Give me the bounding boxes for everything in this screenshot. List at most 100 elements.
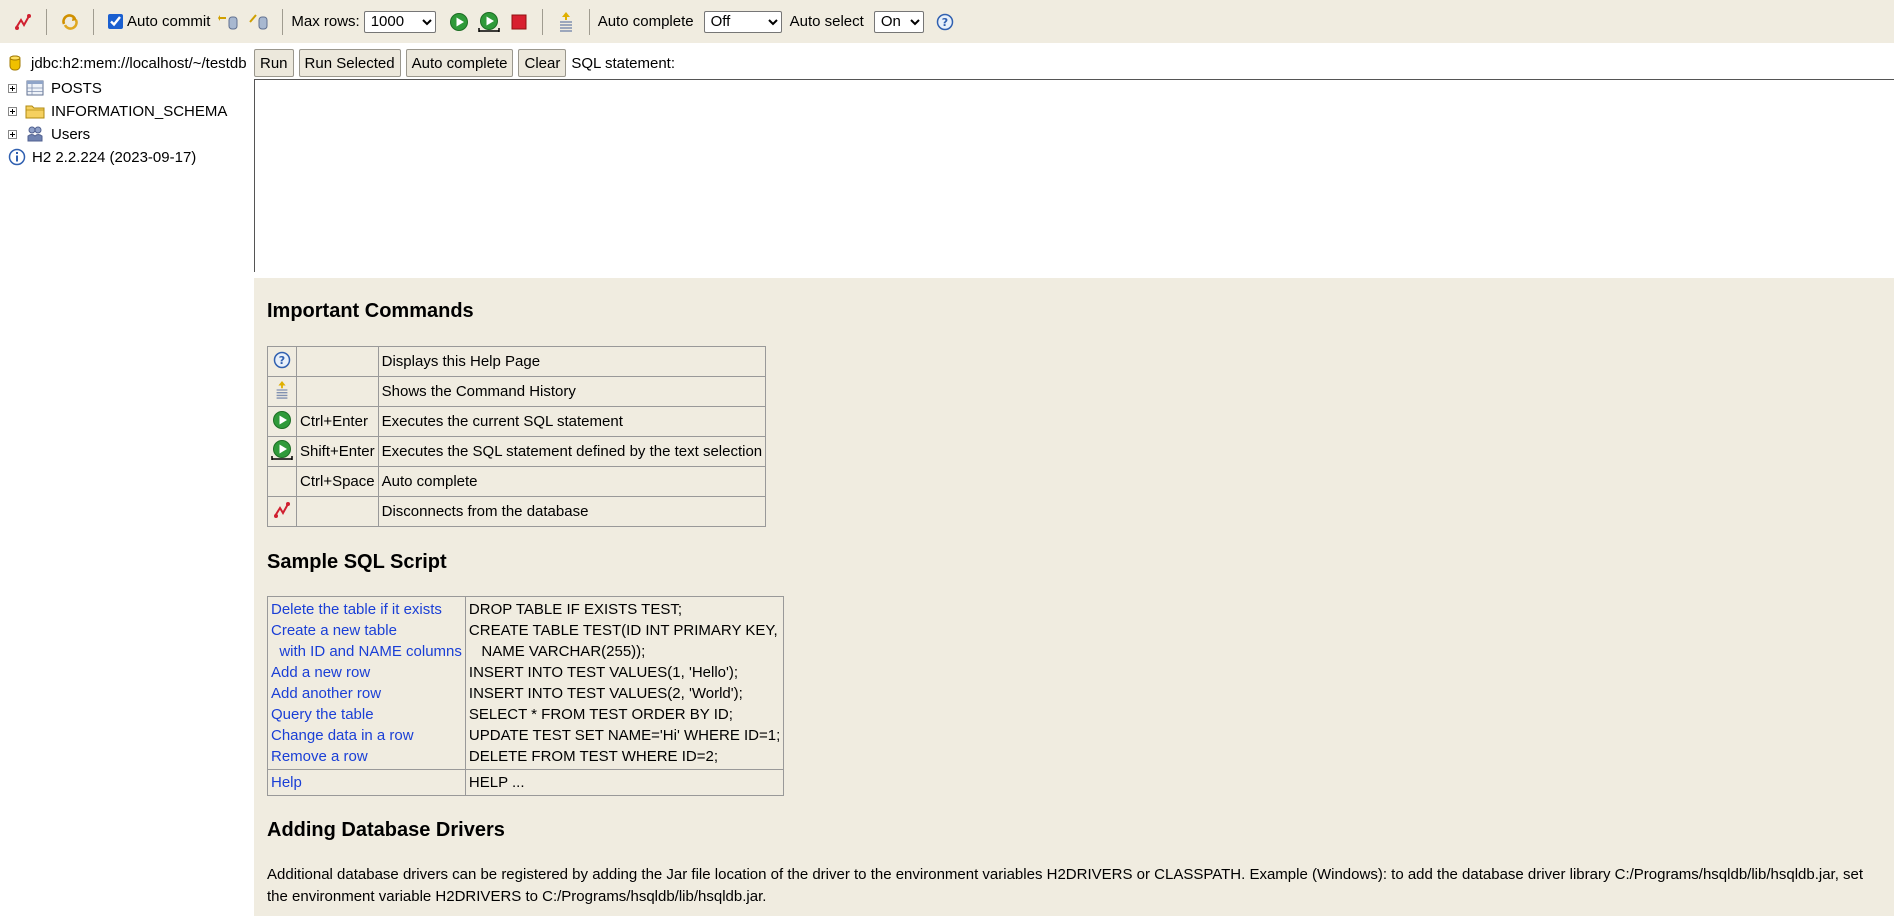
cmd-desc: Shows the Command History — [377, 376, 767, 407]
refresh-icon[interactable] — [59, 11, 81, 33]
sample-code-line: DROP TABLE IF EXISTS TEST; — [468, 601, 683, 618]
stop-icon[interactable] — [508, 11, 530, 33]
expand-icon[interactable] — [8, 106, 17, 116]
expand-icon[interactable] — [8, 83, 17, 93]
sql-input[interactable] — [254, 79, 1894, 272]
tree-connection[interactable]: jdbc:h2:mem://localhost/~/testdb — [8, 53, 247, 73]
cmd-key — [296, 496, 379, 527]
sample-links-cell: Delete the table if it exists Create a n… — [267, 596, 466, 770]
users-icon — [25, 125, 45, 143]
cmd-desc: Displays this Help Page — [377, 346, 767, 377]
table-row: Disconnects from the database — [267, 496, 767, 527]
sample-sql-table: Delete the table if it exists Create a n… — [267, 596, 785, 796]
svg-text:?: ? — [942, 16, 948, 29]
clear-button[interactable]: Clear — [518, 49, 567, 77]
sample-code-line: INSERT INTO TEST VALUES(1, 'Hello'); — [468, 664, 739, 681]
cmd-desc: Executes the current SQL statement — [377, 406, 767, 437]
tree-item-label: POSTS — [51, 79, 102, 97]
connection-url: jdbc:h2:mem://localhost/~/testdb — [31, 54, 247, 72]
run-icon[interactable] — [448, 11, 470, 33]
cmd-icon-cell — [267, 466, 297, 497]
table-row: Ctrl+Enter Executes the current SQL stat… — [267, 406, 767, 437]
tree-item-posts[interactable]: POSTS — [8, 78, 102, 98]
history-icon — [273, 380, 291, 405]
rollback-icon[interactable] — [218, 11, 240, 33]
expand-icon[interactable] — [8, 129, 17, 139]
run-selected-icon[interactable] — [477, 11, 500, 33]
cmd-icon-cell — [267, 496, 297, 527]
toolbar-separator — [93, 8, 94, 35]
cmd-icon-cell — [267, 406, 297, 437]
sample-link-create[interactable]: Create a new table — [271, 620, 462, 641]
table-row: Ctrl+Space Auto complete — [267, 466, 767, 497]
tree-item-information-schema[interactable]: INFORMATION_SCHEMA — [8, 101, 227, 121]
cmd-key: Ctrl+Space — [296, 466, 379, 497]
sample-link-help[interactable]: Help — [271, 772, 462, 793]
sample-link-query[interactable]: Query the table — [271, 704, 462, 725]
tree-item-users[interactable]: Users — [8, 124, 90, 144]
table-row: Delete the table if it exists Create a n… — [267, 596, 785, 770]
sample-link-delete[interactable]: Delete the table if it exists — [271, 599, 462, 620]
auto-commit-checkbox[interactable] — [108, 14, 123, 29]
run-selected-button[interactable]: Run Selected — [298, 49, 401, 77]
help-icon[interactable]: ? — [934, 11, 956, 33]
toolbar: Auto commit Max rows: 1000 Auto complete… — [0, 0, 1894, 43]
tree-item-label: Users — [51, 125, 91, 143]
sample-link-create-columns[interactable]: with ID and NAME columns — [271, 641, 462, 662]
disconnect-icon[interactable] — [12, 11, 34, 33]
cmd-icon-cell — [267, 376, 297, 407]
tree-item-label: INFORMATION_SCHEMA — [51, 102, 228, 120]
important-commands-title: Important Commands — [267, 300, 474, 322]
folder-icon — [25, 102, 45, 120]
max-rows-label: Max rows: — [291, 13, 360, 30]
sql-toolbar: Run Run Selected Auto complete Clear SQL… — [254, 47, 675, 79]
history-icon[interactable] — [555, 11, 577, 33]
commit-icon[interactable] — [248, 11, 270, 33]
database-icon — [8, 54, 22, 72]
sample-code-line: UPDATE TEST SET NAME='Hi' WHERE ID=1; — [468, 727, 781, 744]
toolbar-separator — [588, 8, 590, 35]
toolbar-separator — [541, 8, 543, 35]
cmd-key: Shift+Enter — [296, 436, 379, 467]
info-icon — [8, 148, 26, 166]
help-icon: ? — [273, 351, 291, 373]
max-rows-select[interactable]: 1000 — [363, 10, 436, 33]
sample-link-change[interactable]: Change data in a row — [271, 725, 462, 746]
help-code-cell: HELP ... — [464, 769, 785, 796]
tree-version: H2 2.2.224 (2023-09-17) — [8, 147, 196, 167]
table-row: Help HELP ... — [267, 769, 785, 796]
cmd-icon-cell: ? — [267, 346, 297, 377]
sample-link-remove[interactable]: Remove a row — [271, 746, 462, 767]
sample-code-line: SELECT * FROM TEST ORDER BY ID; — [468, 706, 733, 723]
auto-complete-label: Auto complete — [597, 13, 694, 30]
sample-code-line: INSERT INTO TEST VALUES(2, 'World'); — [468, 685, 743, 702]
sample-code-line: DELETE FROM TEST WHERE ID=2; — [468, 748, 718, 765]
toolbar-separator — [282, 8, 284, 35]
run-button[interactable]: Run — [254, 49, 294, 77]
auto-complete-button[interactable]: Auto complete — [405, 49, 514, 77]
run-icon — [272, 410, 292, 434]
sample-sql-title: Sample SQL Script — [267, 551, 447, 573]
cmd-icon-cell — [267, 436, 297, 467]
sql-statement-label: SQL statement: — [571, 54, 676, 72]
table-row: ? Displays this Help Page — [267, 346, 767, 377]
cmd-key — [296, 346, 379, 377]
table-icon — [25, 79, 45, 97]
toolbar-separator — [46, 8, 47, 35]
sample-code-cell: DROP TABLE IF EXISTS TEST; CREATE TABLE … — [464, 596, 785, 770]
help-panel: Important Commands ? Displays this Help … — [254, 278, 1894, 916]
auto-select-select[interactable]: On — [873, 10, 924, 33]
table-row: Shift+Enter Executes the SQL statement d… — [267, 436, 767, 467]
auto-commit-label: Auto commit — [127, 13, 211, 30]
cmd-desc: Auto complete — [377, 466, 767, 497]
sample-code-line: NAME VARCHAR(255)); — [468, 643, 646, 660]
schema-tree: jdbc:h2:mem://localhost/~/testdb POSTS I… — [0, 43, 254, 916]
table-row: Shows the Command History — [267, 376, 767, 407]
cmd-desc: Executes the SQL statement defined by th… — [377, 436, 767, 467]
sample-link-add-row[interactable]: Add a new row — [271, 662, 462, 683]
auto-complete-select[interactable]: Off — [703, 10, 782, 33]
sample-code-line: CREATE TABLE TEST(ID INT PRIMARY KEY, — [468, 622, 778, 639]
svg-text:?: ? — [279, 354, 285, 367]
sample-link-add-another-row[interactable]: Add another row — [271, 683, 462, 704]
disconnect-icon — [272, 501, 292, 524]
